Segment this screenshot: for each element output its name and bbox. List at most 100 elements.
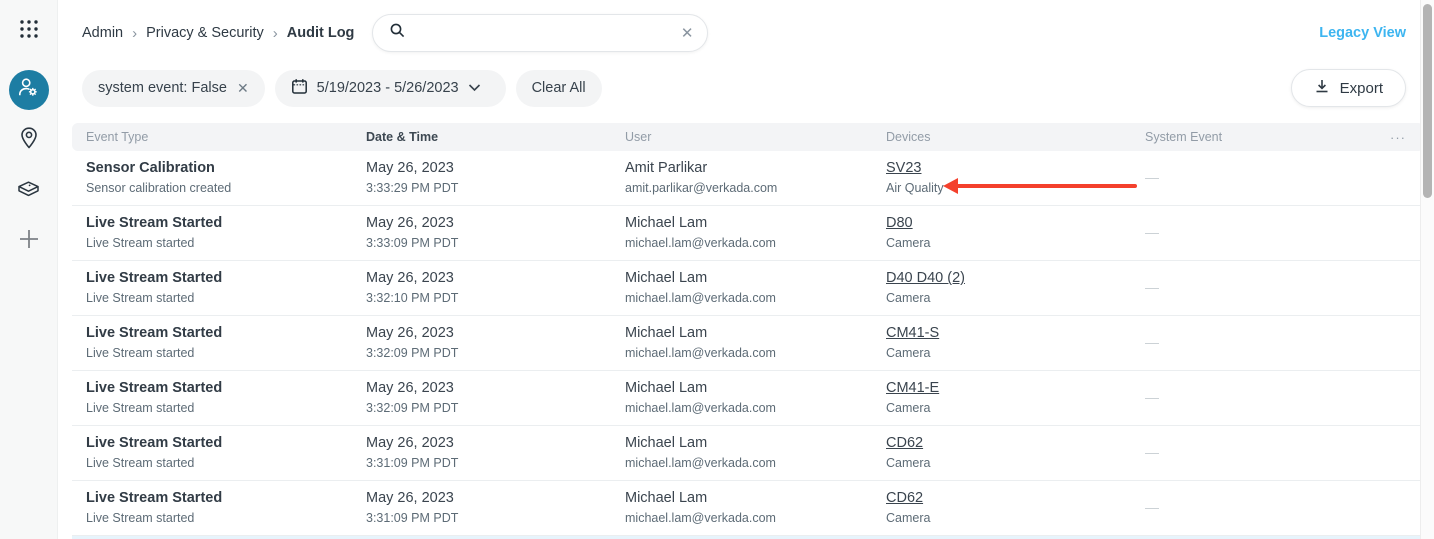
breadcrumb-privacy-security[interactable]: Privacy & Security xyxy=(146,25,264,41)
sidebar xyxy=(0,0,58,539)
device-link[interactable]: CD62 xyxy=(886,435,923,451)
audit-log-table: Event Type Date & Time User Devices Syst… xyxy=(72,123,1424,539)
device-type: Camera xyxy=(886,399,1131,417)
export-button[interactable]: Export xyxy=(1291,69,1406,107)
event-type-text: Live Stream Started xyxy=(86,324,352,344)
filter-bar: system event: False ✕ 5/19/2023 - 5/26/2… xyxy=(82,69,1416,107)
event-time: 3:32:09 PM PDT xyxy=(366,344,611,362)
system-event-value: — xyxy=(1145,389,1159,405)
sidebar-item-sites[interactable] xyxy=(16,127,42,153)
event-time: 3:33:09 PM PDT xyxy=(366,234,611,252)
column-header-event-type[interactable]: Event Type xyxy=(72,130,352,144)
breadcrumb-audit-log: Audit Log xyxy=(287,25,355,41)
event-date: May 26, 2023 xyxy=(366,214,611,234)
more-options-icon[interactable]: ··· xyxy=(1366,130,1424,145)
device-type: Camera xyxy=(886,454,1131,472)
date-range-label: 5/19/2023 - 5/26/2023 xyxy=(317,80,459,96)
table-row[interactable]: Live Stream Started Live Stream started … xyxy=(72,206,1424,261)
breadcrumb-separator: › xyxy=(273,25,278,42)
device-link[interactable]: CD62 xyxy=(886,490,923,506)
user-name: Michael Lam xyxy=(625,434,872,454)
event-detail-text: Live Stream started xyxy=(86,289,352,307)
clear-all-button[interactable]: Clear All xyxy=(516,70,602,107)
legacy-view-link[interactable]: Legacy View xyxy=(1319,25,1406,41)
user-email: michael.lam@verkada.com xyxy=(625,454,872,472)
event-time: 3:32:10 PM PDT xyxy=(366,289,611,307)
user-name: Michael Lam xyxy=(625,269,872,289)
table-row[interactable]: Live Stream Started Live Stream started … xyxy=(72,426,1424,481)
table-row[interactable]: Live Stream Started Live Stream started … xyxy=(72,261,1424,316)
filter-chip-date-range[interactable]: 5/19/2023 - 5/26/2023 xyxy=(275,70,506,107)
clear-all-label: Clear All xyxy=(532,80,586,96)
event-detail-text: Live Stream started xyxy=(86,454,352,472)
event-detail-text: Live Stream started xyxy=(86,234,352,252)
event-date: May 26, 2023 xyxy=(366,324,611,344)
user-name: Michael Lam xyxy=(625,214,872,234)
event-time: 3:31:09 PM PDT xyxy=(366,509,611,527)
vertical-scrollbar[interactable] xyxy=(1420,0,1434,539)
column-header-user[interactable]: User xyxy=(611,130,872,144)
device-type: Camera xyxy=(886,289,1131,307)
sidebar-item-admin[interactable] xyxy=(9,70,49,110)
column-header-system-event[interactable]: System Event xyxy=(1131,130,1366,144)
breadcrumb-admin[interactable]: Admin xyxy=(82,25,123,41)
main-content: Admin › Privacy & Security › Audit Log ✕… xyxy=(58,0,1434,539)
device-link[interactable]: SV23 xyxy=(886,160,921,176)
device-type: Camera xyxy=(886,509,1131,527)
add-button[interactable] xyxy=(16,228,42,254)
event-date: May 26, 2023 xyxy=(366,269,611,289)
user-name: Michael Lam xyxy=(625,324,872,344)
table-row[interactable]: Live Stream Started Live Stream started … xyxy=(72,371,1424,426)
top-bar: Admin › Privacy & Security › Audit Log ✕… xyxy=(82,14,1416,52)
table-header-row: Event Type Date & Time User Devices Syst… xyxy=(72,123,1424,151)
search-icon xyxy=(389,22,406,44)
event-detail-text: Live Stream started xyxy=(86,399,352,417)
search-input[interactable] xyxy=(416,25,680,41)
event-date: May 26, 2023 xyxy=(366,379,611,399)
column-header-devices[interactable]: Devices xyxy=(872,130,1131,144)
table-row[interactable]: Live Stream Started Live Stream started … xyxy=(72,481,1424,536)
filter-chip-system-event[interactable]: system event: False ✕ xyxy=(82,70,265,107)
event-type-text: Live Stream Started xyxy=(86,269,352,289)
event-detail-text: Live Stream started xyxy=(86,344,352,362)
event-time: 3:31:09 PM PDT xyxy=(366,454,611,472)
user-name: Michael Lam xyxy=(625,379,872,399)
device-link[interactable]: D80 xyxy=(886,215,913,231)
plus-icon xyxy=(16,226,42,257)
user-email: michael.lam@verkada.com xyxy=(625,399,872,417)
device-link[interactable]: CM41-E xyxy=(886,380,939,396)
table-row[interactable]: Live Stream Started Live Stream started … xyxy=(72,316,1424,371)
event-type-text: Live Stream Started xyxy=(86,489,352,509)
device-type: Camera xyxy=(886,234,1131,252)
event-time: 3:33:29 PM PDT xyxy=(366,179,611,197)
user-email: michael.lam@verkada.com xyxy=(625,289,872,307)
table-row[interactable]: Sensor Calibration Sensor calibration cr… xyxy=(72,151,1424,206)
scrollbar-thumb[interactable] xyxy=(1423,4,1432,198)
user-name: Amit Parlikar xyxy=(625,159,872,179)
user-email: michael.lam@verkada.com xyxy=(625,344,872,362)
user-email: amit.parlikar@verkada.com xyxy=(625,179,872,197)
filter-chip-label: system event: False xyxy=(98,80,227,96)
sidebar-item-devices[interactable] xyxy=(15,177,42,204)
event-time: 3:32:09 PM PDT xyxy=(366,399,611,417)
remove-filter-icon[interactable]: ✕ xyxy=(237,80,249,97)
event-detail-text: Live Stream started xyxy=(86,509,352,527)
download-icon xyxy=(1314,78,1330,98)
event-date: May 26, 2023 xyxy=(366,434,611,454)
app-grid-icon[interactable] xyxy=(18,18,40,40)
event-detail-text: Sensor calibration created xyxy=(86,179,352,197)
column-header-date-time[interactable]: Date & Time xyxy=(352,130,611,144)
event-type-text: Live Stream Started xyxy=(86,379,352,399)
calendar-icon xyxy=(291,78,317,99)
search-clear-icon[interactable]: ✕ xyxy=(681,26,694,41)
system-event-value: — xyxy=(1145,444,1159,460)
event-type-text: Live Stream Started xyxy=(86,214,352,234)
system-event-value: — xyxy=(1145,334,1159,350)
location-pin-icon xyxy=(16,125,42,156)
system-event-value: — xyxy=(1145,224,1159,240)
device-link[interactable]: CM41-S xyxy=(886,325,939,341)
user-email: michael.lam@verkada.com xyxy=(625,509,872,527)
search-box[interactable]: ✕ xyxy=(372,14,708,52)
device-link[interactable]: D40 D40 (2) xyxy=(886,270,965,286)
admin-user-gear-icon xyxy=(17,76,40,104)
